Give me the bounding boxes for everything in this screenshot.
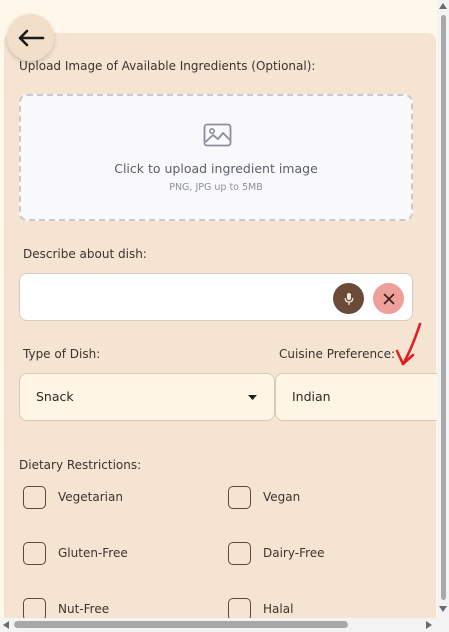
checkbox[interactable] <box>228 485 251 509</box>
checkbox[interactable] <box>23 485 46 509</box>
dietary-option-label: Halal <box>263 602 294 616</box>
describe-dish-input[interactable] <box>32 284 332 310</box>
dietary-option-gluten-free[interactable]: Gluten-Free <box>23 540 128 566</box>
dietary-option-label: Vegan <box>263 490 301 504</box>
scroll-down-icon[interactable] <box>439 606 447 612</box>
cuisine-select[interactable]: Indian <box>275 373 445 421</box>
scroll-left-icon[interactable] <box>3 621 9 629</box>
checkbox[interactable] <box>23 541 46 565</box>
upload-hint-text: PNG, JPG up to 5MB <box>169 182 263 193</box>
dish-type-value: Snack <box>36 389 74 404</box>
scroll-up-icon[interactable] <box>439 3 447 9</box>
dietary-option-label: Nut-Free <box>58 602 110 616</box>
dietary-label: Dietary Restrictions: <box>19 458 142 472</box>
annotation-arrow-icon <box>395 322 422 366</box>
upload-dropzone[interactable]: Click to upload ingredient image PNG, JP… <box>19 94 413 221</box>
cuisine-value: Indian <box>292 389 331 404</box>
describe-label: Describe about dish: <box>23 247 147 261</box>
dish-type-select[interactable]: Snack <box>19 373 275 421</box>
back-button[interactable] <box>7 14 54 61</box>
image-icon <box>203 123 232 147</box>
dietary-option-label: Gluten-Free <box>58 546 128 560</box>
upload-label: Upload Image of Available Ingredients (O… <box>19 59 316 73</box>
upload-main-text: Click to upload ingredient image <box>114 161 318 176</box>
dietary-option-label: Dairy-Free <box>263 546 325 560</box>
mic-icon <box>344 292 353 305</box>
cuisine-label: Cuisine Preference: <box>279 347 396 361</box>
dietary-option-dairy-free[interactable]: Dairy-Free <box>228 540 325 566</box>
caret-down-icon <box>248 395 257 400</box>
arrow-left-icon <box>18 29 44 46</box>
close-icon <box>383 293 394 304</box>
vertical-scroll-thumb[interactable] <box>441 15 446 600</box>
clear-input-button[interactable] <box>373 283 404 314</box>
scroll-right-icon[interactable] <box>426 621 432 629</box>
horizontal-scroll-thumb[interactable] <box>14 621 348 628</box>
dietary-option-vegan[interactable]: Vegan <box>228 484 300 510</box>
dietary-option-vegetarian[interactable]: Vegetarian <box>23 484 123 510</box>
describe-dish-field <box>19 273 413 321</box>
voice-input-button[interactable] <box>333 283 364 314</box>
dish-type-label: Type of Dish: <box>23 347 101 361</box>
checkbox[interactable] <box>228 541 251 565</box>
dietary-option-label: Vegetarian <box>58 490 123 504</box>
